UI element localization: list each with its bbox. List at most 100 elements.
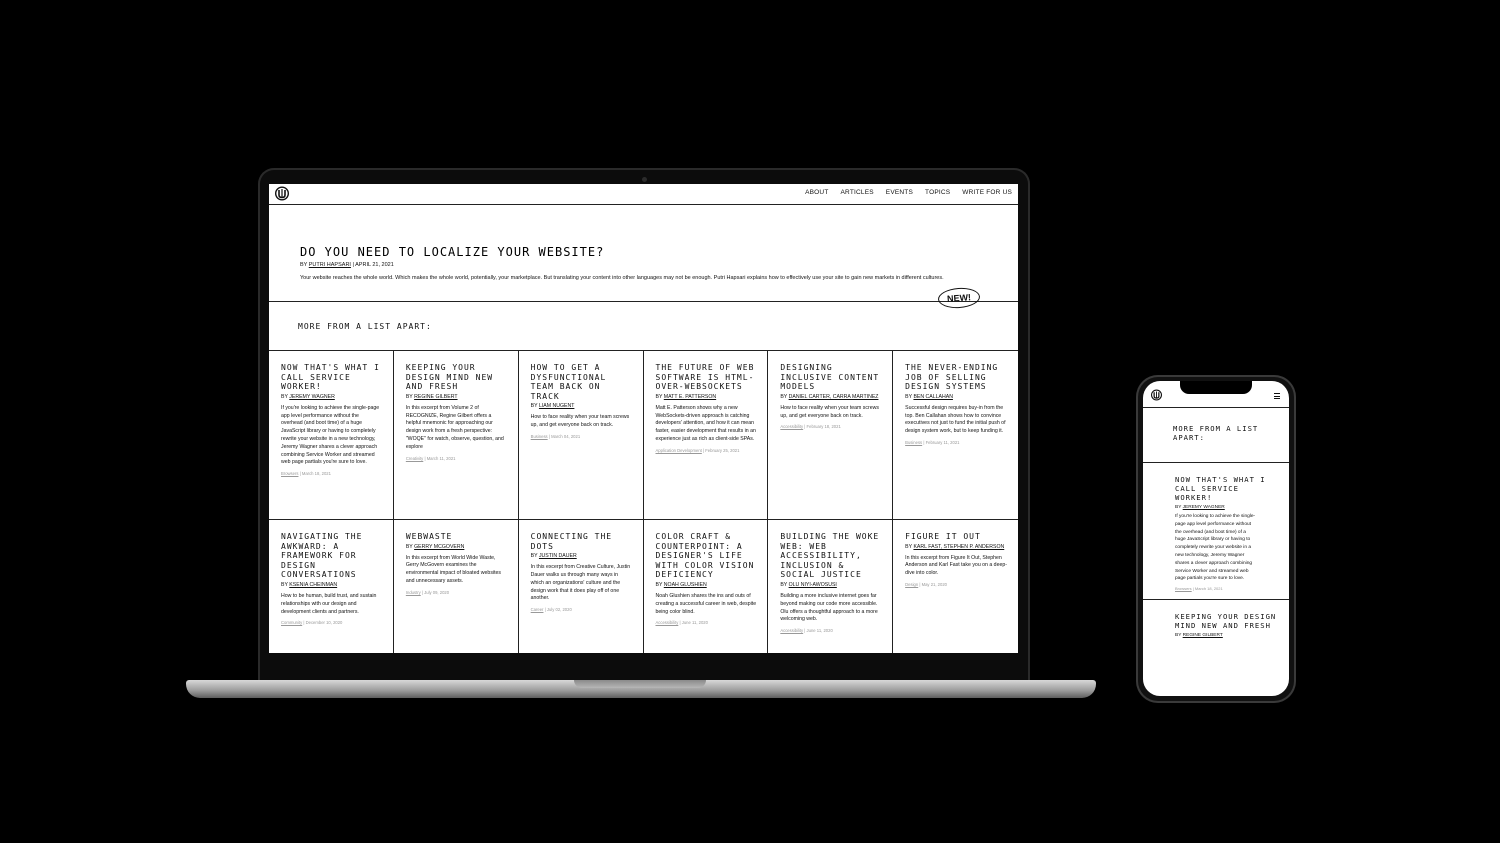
article-title[interactable]: CONNECTING THE DOTS: [531, 532, 632, 551]
article-card[interactable]: DESIGNING INCLUSIVE CONTENT MODELS BY DAN…: [768, 351, 894, 520]
author-link[interactable]: GERRY MCGOVERN: [414, 544, 464, 550]
nav-write-for-us[interactable]: WRITE FOR US: [962, 189, 1012, 196]
article-byline: BY KSENIA CHEINMAN: [281, 581, 338, 588]
mobile-article-card[interactable]: KEEPING YOUR DESIGN MIND NEW AND FRESH B…: [1143, 600, 1289, 649]
nav-articles[interactable]: ARTICLES: [841, 189, 874, 196]
article-date: | May 21, 2020: [918, 581, 947, 587]
article-byline: BY BEN CALLAHAN: [905, 393, 953, 400]
mobile-article-card[interactable]: NOW THAT'S WHAT I CALL SERVICE WORKER! B…: [1143, 463, 1289, 601]
article-title[interactable]: WEBWASTE: [406, 532, 507, 542]
author-link[interactable]: BEN CALLAHAN: [913, 394, 953, 400]
laptop-hinge-notch: [574, 680, 706, 688]
hamburger-menu-icon[interactable]: [1274, 393, 1280, 401]
author-link[interactable]: OLU NIYI-AWOSUSI: [789, 582, 837, 588]
featured-article: DO YOU NEED TO LOCALIZE YOUR WEBSITE? BY…: [269, 205, 1018, 310]
phone-screen: MORE FROM A LIST APART: NOW THAT'S WHAT …: [1143, 381, 1289, 696]
mobile-article-byline: BY JEREMY WAGNER: [1175, 505, 1225, 510]
mobile-topic-link[interactable]: Browsers: [1175, 586, 1192, 591]
topic-link[interactable]: Industry: [406, 590, 421, 595]
article-date: | February 25, 2021: [701, 447, 740, 453]
article-summary: In this excerpt from World Wide Waste, G…: [405, 554, 501, 584]
article-card[interactable]: THE NEVER-ENDING JOB OF SELLING DESIGN S…: [893, 351, 1018, 520]
article-title[interactable]: NAVIGATING THE AWKWARD: A FRAMEWORK FOR …: [281, 532, 382, 580]
article-card[interactable]: NOW THAT'S WHAT I CALL SERVICE WORKER! BY…: [269, 351, 394, 520]
article-summary: In this excerpt from Volume 2 of RECOGNI…: [405, 404, 504, 450]
author-link[interactable]: JEREMY WAGNER: [289, 394, 335, 400]
mobile-article-title[interactable]: NOW THAT'S WHAT I CALL SERVICE WORKER!: [1175, 475, 1279, 502]
topic-link[interactable]: Accessibility: [780, 628, 803, 633]
author-link[interactable]: LIAM NUGENT: [539, 403, 574, 409]
article-card[interactable]: BUILDING THE WOKE WEB: WEB ACCESSIBILITY…: [768, 520, 894, 653]
article-card[interactable]: THE FUTURE OF WEB SOFTWARE IS HTML-OVER-…: [643, 351, 769, 520]
article-date: | March 04, 2021: [547, 433, 581, 439]
nav-about[interactable]: ABOUT: [805, 189, 828, 196]
article-meta: Application Development | February 25, 2…: [656, 448, 757, 453]
author-link[interactable]: KSENIA CHEINMAN: [289, 582, 337, 588]
article-byline: BY DANIEL CARTER, CARRA MARTINEZ: [780, 393, 879, 400]
article-summary: In this excerpt from Creative Culture, J…: [530, 564, 631, 602]
article-card[interactable]: COLOR CRAFT & COUNTERPOINT: A DESIGNER'S…: [644, 520, 769, 653]
mobile-article-title[interactable]: KEEPING YOUR DESIGN MIND NEW AND FRESH: [1175, 612, 1279, 630]
laptop-camera: [642, 177, 647, 182]
topic-link[interactable]: Design: [905, 582, 918, 587]
author-link[interactable]: KARL FAST, STEPHEN P. ANDERSON: [913, 544, 1004, 550]
more-section-title: MORE FROM A LIST APART:: [298, 322, 432, 331]
topic-link[interactable]: Community: [281, 620, 302, 625]
author-link[interactable]: DANIEL CARTER, CARRA MARTINEZ: [789, 394, 879, 400]
mobile-author-link[interactable]: JEREMY WAGNER: [1183, 505, 1225, 510]
a-list-apart-logo-icon[interactable]: [275, 186, 289, 201]
nav-events[interactable]: EVENTS: [886, 189, 913, 196]
article-title[interactable]: HOW TO GET A DYSFUNCTIONAL TEAM BACK ON …: [531, 363, 632, 401]
article-meta: Accessibility | June 11, 2020: [780, 628, 881, 633]
topic-link[interactable]: Accessibility: [656, 620, 679, 625]
nav-topics[interactable]: TOPICS: [925, 189, 950, 196]
author-link[interactable]: MATT E. PATTERSON: [664, 394, 716, 400]
author-link[interactable]: REGINE GILBERT: [414, 394, 457, 400]
byline-prefix: BY: [300, 262, 309, 268]
article-title[interactable]: BUILDING THE WOKE WEB: WEB ACCESSIBILITY…: [780, 532, 881, 580]
article-summary: In this excerpt from Figure It Out, Step…: [905, 554, 1007, 577]
topic-link[interactable]: Business: [905, 440, 922, 445]
article-date: | June 11, 2020: [803, 628, 833, 634]
article-byline: BY MATT E. PATTERSON: [655, 393, 717, 400]
article-date: | March 11, 2021: [423, 455, 456, 461]
article-summary: How to face reality when your team screw…: [780, 404, 879, 419]
a-list-apart-logo-icon[interactable]: [1151, 389, 1162, 401]
featured-author-link[interactable]: PUTRI HAPSARI: [309, 262, 351, 268]
laptop-screen: ABOUT ARTICLES EVENTS TOPICS WRITE FOR U…: [269, 184, 1018, 653]
author-link[interactable]: JUSTIN DAUER: [539, 553, 577, 559]
topic-link[interactable]: Career: [531, 607, 544, 612]
article-meta: Community | December 10, 2020: [281, 620, 382, 625]
article-card[interactable]: FIGURE IT OUT BY KARL FAST, STEPHEN P. AN…: [893, 520, 1018, 653]
main-nav: ABOUT ARTICLES EVENTS TOPICS WRITE FOR U…: [805, 189, 1012, 196]
article-card[interactable]: KEEPING YOUR DESIGN MIND NEW AND FRESH BY…: [393, 351, 519, 520]
article-meta: Industry | July 09, 2020: [406, 590, 507, 595]
article-summary: If you're looking to achieve the single-…: [281, 404, 380, 466]
article-card[interactable]: HOW TO GET A DYSFUNCTIONAL TEAM BACK ON …: [518, 351, 644, 520]
article-date: | December 10, 2020: [302, 620, 343, 626]
topic-link[interactable]: Application Development: [656, 448, 702, 453]
featured-title[interactable]: DO YOU NEED TO LOCALIZE YOUR WEBSITE?: [300, 245, 604, 259]
article-meta: Design | May 21, 2020: [905, 582, 1007, 587]
article-title[interactable]: THE NEVER-ENDING JOB OF SELLING DESIGN S…: [905, 363, 1007, 392]
site-header: ABOUT ARTICLES EVENTS TOPICS WRITE FOR U…: [269, 184, 1018, 205]
article-card[interactable]: NAVIGATING THE AWKWARD: A FRAMEWORK FOR …: [269, 520, 394, 653]
featured-date: | APRIL 21, 2021: [350, 262, 394, 268]
article-card[interactable]: WEBWASTE BY GERRY MCGOVERN In this excerpt…: [394, 520, 519, 653]
article-date: | February 18, 2021: [803, 424, 841, 430]
article-title[interactable]: KEEPING YOUR DESIGN MIND NEW AND FRESH: [406, 363, 507, 392]
article-title[interactable]: DESIGNING INCLUSIVE CONTENT MODELS: [780, 363, 881, 392]
topic-link[interactable]: Creativity: [406, 456, 423, 461]
article-title[interactable]: NOW THAT'S WHAT I CALL SERVICE WORKER!: [281, 363, 382, 392]
article-title[interactable]: THE FUTURE OF WEB SOFTWARE IS HTML-OVER-…: [656, 363, 757, 392]
article-title[interactable]: COLOR CRAFT & COUNTERPOINT: A DESIGNER'S…: [656, 532, 757, 580]
author-link[interactable]: NOAH GLUSHIEN: [664, 582, 707, 588]
article-card[interactable]: CONNECTING THE DOTS BY JUSTIN DAUER In thi…: [519, 520, 644, 653]
topic-link[interactable]: Business: [531, 434, 548, 439]
topic-link[interactable]: Browsers: [281, 471, 298, 476]
featured-summary: Your website reaches the whole world. Wh…: [300, 275, 944, 281]
article-title[interactable]: FIGURE IT OUT: [905, 532, 1007, 542]
topic-link[interactable]: Accessibility: [780, 424, 803, 429]
mobile-author-link[interactable]: REGINE GILBERT: [1183, 633, 1223, 638]
article-byline: BY LIAM NUGENT: [530, 403, 575, 410]
